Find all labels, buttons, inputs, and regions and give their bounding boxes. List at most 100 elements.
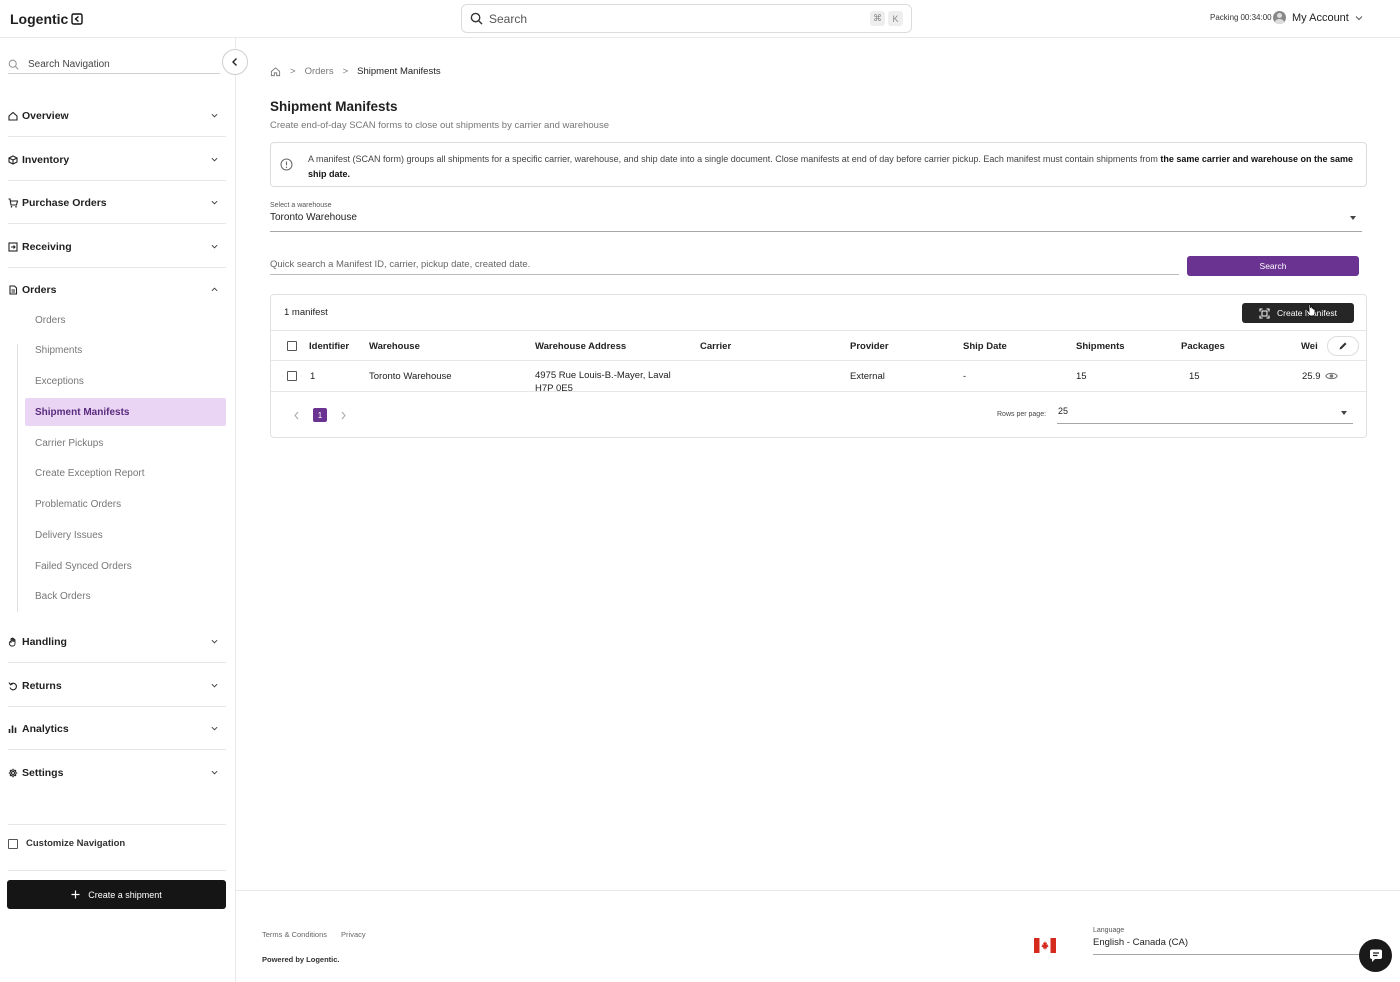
chevron-left-icon[interactable] [293,411,300,420]
sidebar-item-exceptions[interactable]: Exceptions [25,367,226,395]
chevron-right-icon[interactable] [340,411,347,420]
global-search[interactable]: Search ⌘ K [461,4,912,33]
language-select[interactable]: English - Canada (CA) [1093,937,1368,955]
divider [8,749,226,750]
chevron-down-icon [211,200,218,205]
packing-timer[interactable]: Packing 00:34:00 [1210,13,1272,22]
bar-chart-icon [8,725,17,733]
column-header[interactable]: Identifier [309,341,349,352]
chevron-down-icon [211,770,218,775]
column-header[interactable]: Carrier [700,341,731,352]
chevron-down-icon [211,683,218,688]
chevron-down-icon [211,157,218,162]
column-header[interactable]: Packages [1181,341,1225,352]
sidebar-item-problematic-orders[interactable]: Problematic Orders [25,490,226,518]
nav-group-settings[interactable]: Settings [8,760,226,785]
app-logo[interactable]: Logentic [10,11,84,27]
breadcrumb-current: Shipment Manifests [357,66,441,77]
nav-group-handling[interactable]: Handling [8,629,226,654]
customize-checkbox[interactable] [8,838,18,849]
create-manifest-button[interactable]: Create Manifest [1242,303,1354,323]
search-icon [8,59,19,70]
info-text: A manifest (SCAN form) groups all shipme… [308,152,1356,182]
rows-per-page-select[interactable]: 25 [1057,406,1353,424]
page-button-current[interactable]: 1 [313,408,327,422]
box-icon [8,154,18,165]
column-header[interactable]: Shipments [1076,341,1125,352]
sidebar-item-back-orders[interactable]: Back Orders [25,582,226,610]
nav-group-overview[interactable]: Overview [8,103,226,128]
logo-mark-icon [71,13,84,25]
column-header[interactable]: Warehouse [369,341,420,352]
search-button[interactable]: Search [1187,256,1359,276]
cell-ship-date: - [963,371,967,382]
table-row[interactable]: 1 Toronto Warehouse 4975 Rue Louis-B.-Ma… [271,361,1366,392]
account-menu[interactable]: My Account [1273,11,1363,24]
nav-group-inventory[interactable]: Inventory [8,147,226,172]
cell-identifier: 1 [310,371,316,382]
page-subtitle: Create end-of-day SCAN forms to close ou… [270,120,609,131]
divider [8,223,226,224]
chat-button[interactable] [1359,939,1392,972]
warehouse-select[interactable]: Toronto Warehouse [270,212,1362,232]
sidebar-item-shipment-manifests[interactable]: Shipment Manifests [25,398,226,426]
cell-provider: External [850,371,885,382]
nav-group-label: Receiving [22,240,72,253]
row-checkbox[interactable] [287,371,297,384]
gear-icon [8,768,18,777]
sidebar-item-failed-synced-orders[interactable]: Failed Synced Orders [25,552,226,580]
dropdown-arrow-icon [1341,411,1347,415]
sidebar-item-label: Delivery Issues [35,529,103,541]
sidebar-item-orders[interactable]: Orders [25,306,226,334]
column-header[interactable]: Warehouse Address [535,341,626,352]
cell-warehouse-address: 4975 Rue Louis-B.-Mayer, Laval H7P 0E5 [535,369,671,391]
divider [8,180,226,181]
quick-search-input[interactable]: Quick search a Manifest ID, carrier, pic… [270,259,1179,275]
sidebar-item-carrier-pickups[interactable]: Carrier Pickups [25,429,226,457]
manifests-table-card: 1 manifest Create Manifest Identifier Wa… [270,294,1367,438]
footer: Terms & Conditions Privacy Powered by Lo… [236,890,1400,982]
dropdown-arrow-icon [1350,216,1356,220]
nav-group-returns[interactable]: Returns [8,673,226,698]
language-value: English - Canada (CA) [1093,937,1189,948]
breadcrumb-separator: > [290,66,296,77]
page-title: Shipment Manifests [270,99,398,114]
breadcrumb-orders[interactable]: Orders [305,66,334,77]
sidebar-item-label: Exceptions [35,375,84,387]
sidebar-item-delivery-issues[interactable]: Delivery Issues [25,521,226,549]
select-all-checkbox[interactable] [287,341,297,354]
column-header[interactable]: Provider [850,341,889,352]
packing-label: Packing [1210,13,1239,22]
column-header[interactable]: Wei [1301,341,1318,352]
packing-time: 00:34:00 [1240,13,1272,22]
privacy-link[interactable]: Privacy [341,930,366,939]
quick-search-placeholder: Quick search a Manifest ID, carrier, pic… [270,259,531,270]
home-icon[interactable] [270,66,281,77]
document-icon [9,284,18,295]
cell-shipments: 15 [1076,371,1087,382]
create-shipment-button[interactable]: Create a shipment [7,880,226,909]
divider [8,706,226,707]
search-button-label: Search [1259,261,1287,271]
sidebar-item-create-exception-report[interactable]: Create Exception Report [25,459,226,487]
nav-group-receiving[interactable]: Receiving [8,234,226,259]
sidebar-item-label: Back Orders [35,590,91,602]
terms-link[interactable]: Terms & Conditions [262,930,327,939]
nav-group-purchase-orders[interactable]: Purchase Orders [8,190,226,215]
collapse-sidebar-button[interactable] [222,49,248,75]
rows-per-page-label: Rows per page: [997,411,1047,418]
column-header[interactable]: Ship Date [963,341,1007,352]
cart-icon [8,197,18,208]
warehouse-select-label: Select a warehouse [270,202,332,209]
nav-group-orders[interactable]: Orders [8,277,226,302]
nav-group-analytics[interactable]: Analytics [8,716,226,741]
eye-icon[interactable] [1325,371,1338,381]
edit-columns-button[interactable] [1327,336,1359,356]
sidebar-item-shipments[interactable]: Shipments [25,336,226,364]
address-line-1: 4975 Rue Louis-B.-Mayer, Laval [535,370,671,381]
divider [8,267,226,268]
customize-navigation-toggle[interactable]: Customize Navigation [8,838,125,849]
divider [8,870,226,871]
divider [8,824,226,825]
nav-search-input[interactable]: Search Navigation [8,56,220,74]
